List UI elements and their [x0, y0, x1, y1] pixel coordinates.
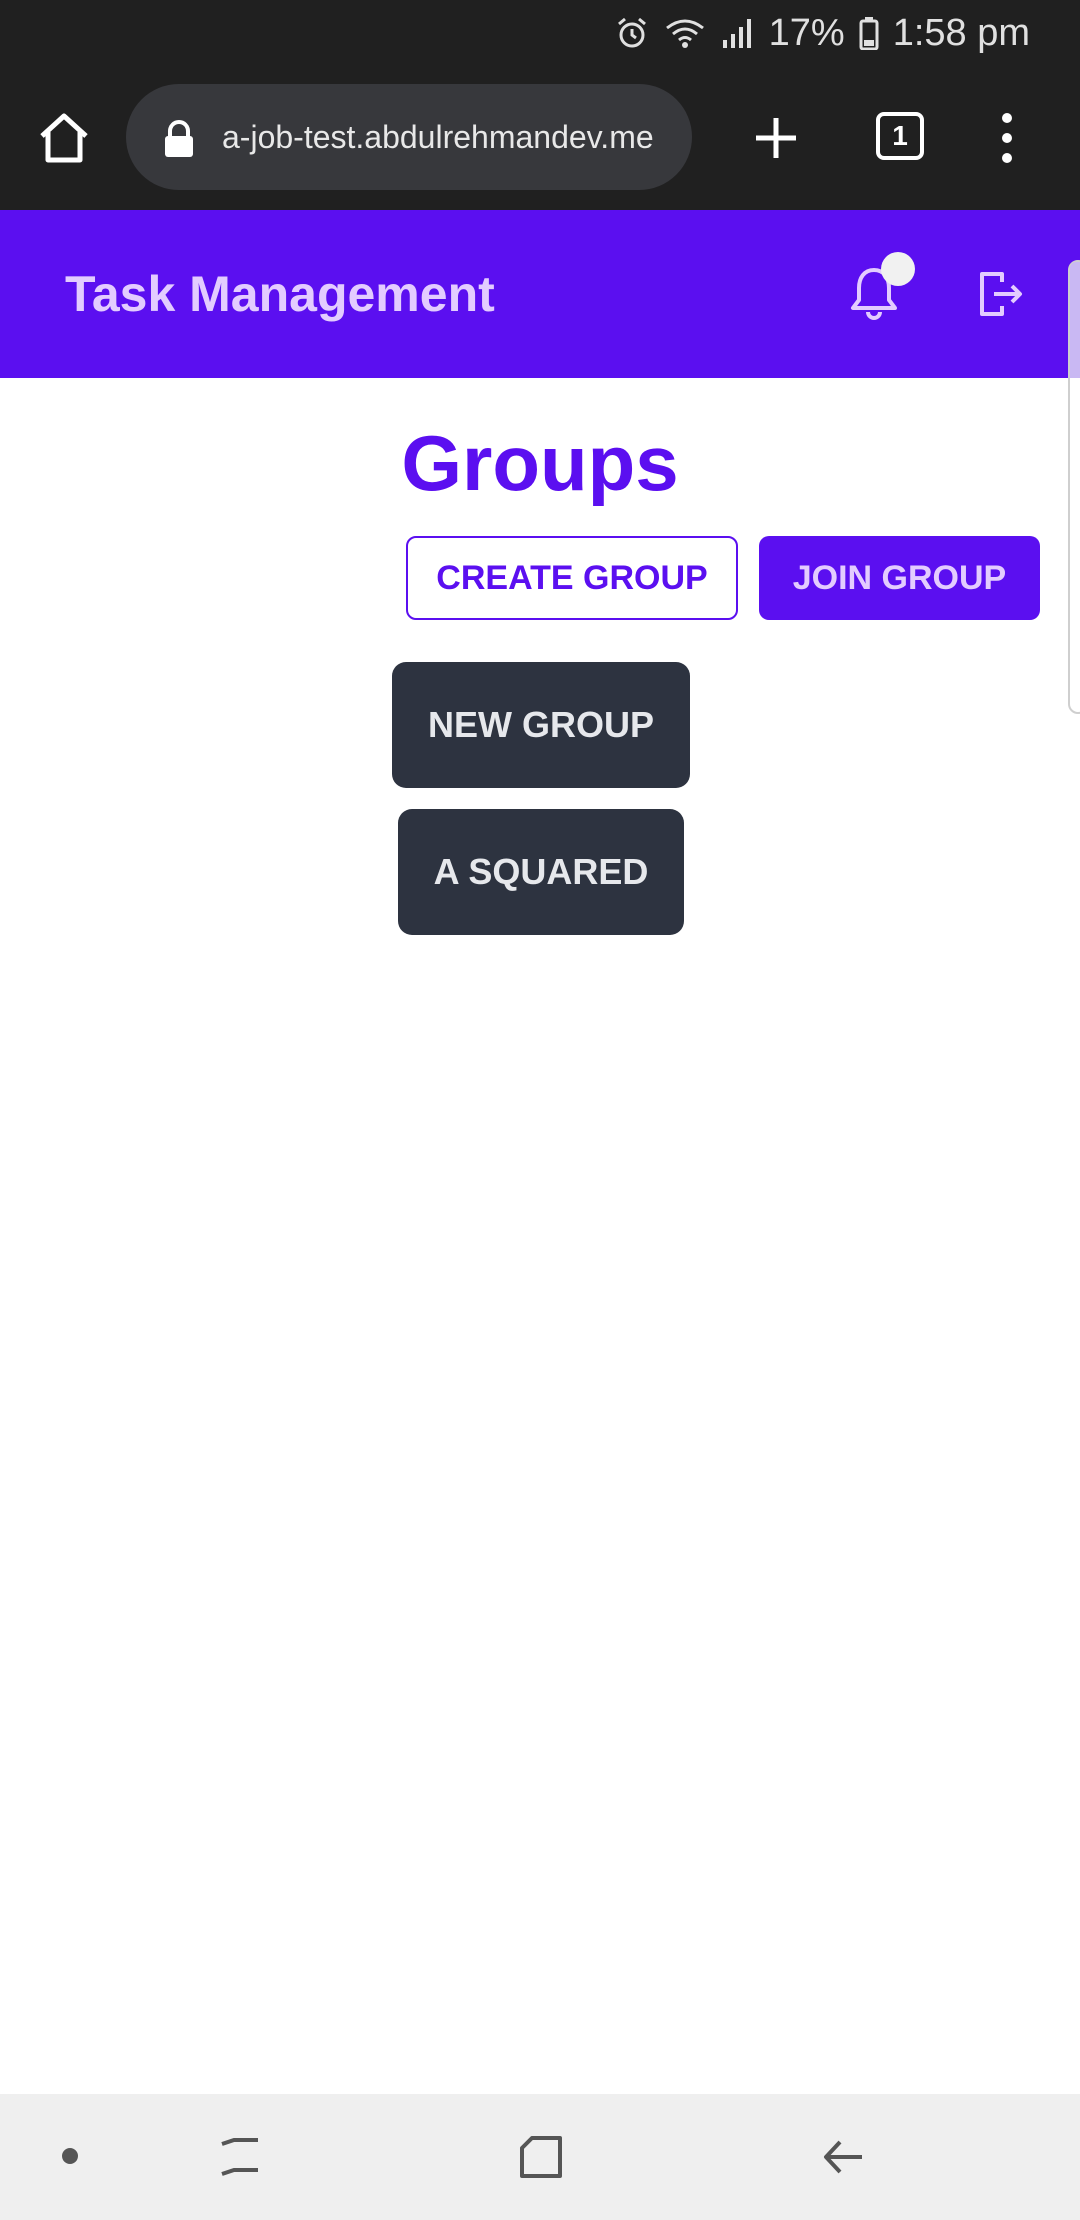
group-card[interactable]: A SQUARED — [398, 809, 684, 935]
status-bar: 17% 1:58 pm — [0, 0, 1080, 66]
home-icon[interactable] — [36, 110, 92, 166]
plus-icon[interactable] — [752, 114, 800, 162]
more-vert-icon[interactable] — [990, 108, 1024, 168]
address-bar[interactable]: a-job-test.abdulrehmandev.me — [126, 84, 692, 190]
clock-text: 1:58 pm — [892, 11, 1030, 54]
home-square-icon[interactable] — [518, 2134, 564, 2180]
browser-toolbar: a-job-test.abdulrehmandev.me 1 — [0, 66, 1080, 210]
tabs-icon[interactable]: 1 — [876, 112, 928, 164]
app-header: Task Management — [0, 210, 1080, 378]
battery-icon — [859, 16, 879, 50]
url-text: a-job-test.abdulrehmandev.me — [222, 119, 654, 155]
join-group-button[interactable]: JOIN GROUP — [759, 536, 1040, 620]
recents-icon[interactable] — [216, 2134, 262, 2180]
logout-icon[interactable] — [978, 268, 1024, 320]
back-icon[interactable] — [820, 2134, 866, 2180]
create-group-button[interactable]: CREATE GROUP — [406, 536, 738, 620]
page-title: Groups — [401, 419, 679, 507]
alarm-icon — [615, 16, 649, 50]
notification-dot — [881, 252, 915, 286]
scroll-indicator-top — [1070, 262, 1080, 378]
tab-count: 1 — [876, 112, 924, 160]
system-nav-bar — [0, 2094, 1080, 2220]
app-title: Task Management — [65, 266, 495, 322]
lock-icon — [162, 120, 196, 158]
battery-text: 17% — [768, 11, 845, 54]
wifi-icon — [663, 16, 707, 50]
dot-icon — [62, 2148, 78, 2164]
group-card[interactable]: NEW GROUP — [392, 662, 690, 788]
signal-icon — [721, 16, 755, 50]
